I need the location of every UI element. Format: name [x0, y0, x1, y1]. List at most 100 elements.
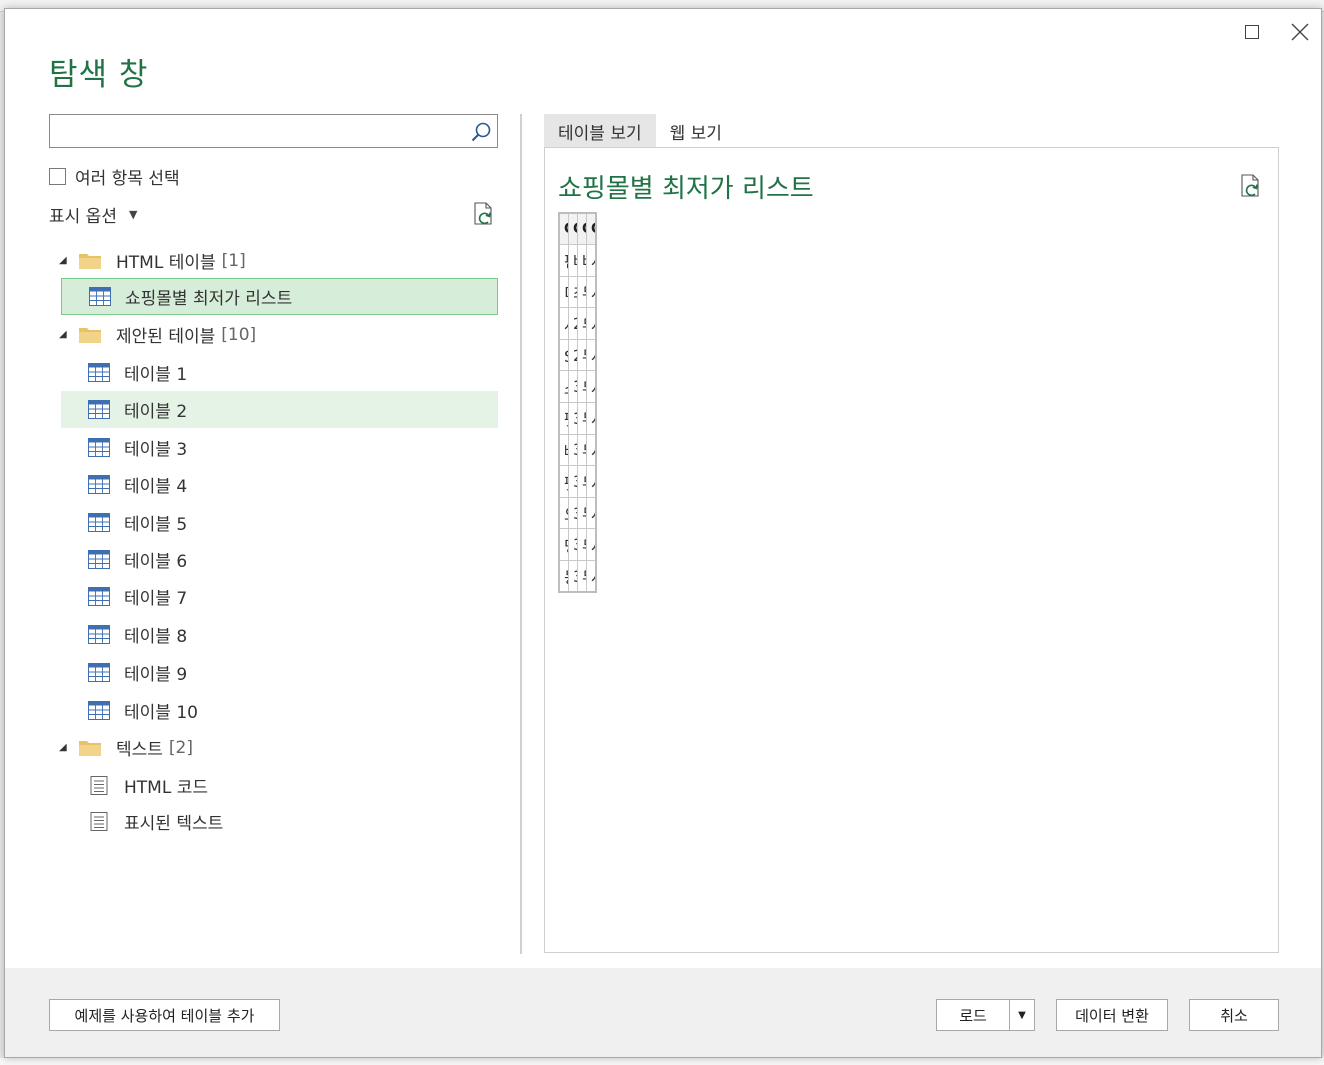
table-icon [88, 513, 110, 532]
table-row: 몽이와옹이네이버플러스멤버십36,000무료사러가기 [558, 560, 597, 593]
tab-table-view[interactable]: 테이블 보기 [544, 114, 656, 148]
table-row: 멍냥구멍가게네이버플러스멤버십36,000무료사러가기 [558, 528, 597, 562]
background-app-bottom [0, 1058, 1324, 1065]
table-icon [88, 400, 110, 419]
maximize-button[interactable] [1237, 19, 1267, 45]
table-cell: 펫박스네이버플러스멤버십... [558, 402, 569, 435]
expand-triangle-icon[interactable]: ◢ [59, 742, 69, 753]
table-cell: 배송비 포함가 [568, 244, 578, 277]
column-header[interactable]: Column1 [558, 212, 569, 246]
table-cell: 사러가기 [586, 560, 597, 593]
search-icon[interactable] [469, 120, 493, 144]
table-cell: 사러가기 [586, 402, 597, 435]
multi-select-option[interactable]: 여러 항목 선택 [49, 164, 180, 189]
table-row: 소울프렌드네이버플러스멤버십31,980무료사러가기 [558, 370, 597, 404]
tree-item-table[interactable]: 테이블 4 [49, 466, 499, 503]
table-cell: 사파리펫네이버플러스멤버십 [558, 307, 569, 340]
tree-item-text[interactable]: HTML 코드 [49, 767, 499, 804]
table-cell: 무료 [577, 402, 587, 435]
table-cell: 무료 [577, 465, 587, 498]
table-cell: 무료 [577, 433, 587, 467]
folder-icon [79, 741, 101, 756]
tree-item-label: 테이블 5 [124, 515, 188, 535]
maximize-icon [1245, 25, 1259, 39]
tree-folder-count: [1] [221, 250, 246, 271]
table-cell: SUJEROMAN네이버플러스멤버십 [558, 338, 569, 372]
tree-folder-label: HTML 테이블 [116, 253, 216, 273]
tree-item-label: 테이블 7 [124, 589, 188, 609]
tree-item-label: 쇼핑몰별 최저가 리스트 [125, 289, 293, 309]
tree-item-table[interactable]: 테이블 1 [49, 354, 499, 391]
cancel-button[interactable]: 취소 [1189, 999, 1279, 1031]
expand-triangle-icon[interactable]: ◢ [59, 329, 69, 340]
preview-title: 쇼핑몰별 최저가 리스트 [558, 174, 814, 204]
preview-refresh-icon[interactable] [1239, 173, 1263, 199]
table-icon [88, 625, 110, 644]
tree-item-table[interactable]: 테이블 5 [49, 504, 499, 541]
tree-folder[interactable]: ◢ 제안된 테이블 [10] [49, 316, 499, 353]
table-cell: 사러가기 [586, 465, 597, 498]
tree-item-label: 테이블 6 [124, 552, 188, 572]
table-icon [88, 663, 110, 682]
column-header[interactable]: Column3 [577, 212, 587, 246]
table-header-row: Column1 Column2 Column3 Column4 [558, 212, 597, 246]
table-cell: 33,910 [568, 496, 578, 530]
expand-triangle-icon[interactable]: ◢ [59, 255, 69, 266]
tree-item-label: 테이블 10 [124, 703, 198, 723]
tree-folder-label: 제안된 테이블 [116, 327, 216, 347]
tree-item-table[interactable]: 테이블 3 [49, 429, 499, 466]
table-cell: 배송비 [577, 244, 587, 277]
preview-table: Column1 Column2 Column3 Column4 판매처배송비 포… [558, 212, 597, 594]
tree-item-label: 테이블 9 [124, 665, 188, 685]
tree-item-table[interactable]: 테이블 8 [49, 616, 499, 653]
folder-icon [79, 254, 101, 269]
tree-folder[interactable]: ◢ HTML 테이블 [1] [49, 242, 499, 279]
tree-folder[interactable]: ◢ 텍스트 [2] [49, 729, 499, 766]
table-cell: 판매처 [558, 244, 569, 277]
search-input[interactable] [50, 115, 460, 147]
table-row: 판매처배송비 포함가배송비사러가기 [558, 244, 597, 277]
tree-item-label: 테이블 2 [124, 402, 188, 422]
multi-select-checkbox[interactable] [49, 168, 66, 185]
table-icon [88, 438, 110, 457]
tree-item-label: 테이블 8 [124, 627, 188, 647]
tree-folder-count: [10] [221, 324, 257, 345]
tree-folder-label: 텍스트 [116, 740, 163, 760]
table-cell: 무료 [577, 528, 587, 562]
display-options-dropdown[interactable]: 표시 옵션 ▼ [49, 202, 137, 227]
tree-item-text[interactable]: 표시된 텍스트 [49, 803, 499, 840]
table-cell: 소울프렌드네이버플러스멤버십 [558, 370, 569, 404]
column-header[interactable]: Column4 [586, 212, 597, 246]
table-cell: 무료 [577, 560, 587, 593]
pane-splitter[interactable] [520, 114, 522, 954]
caret-down-icon: ▼ [128, 208, 138, 221]
search-box[interactable] [49, 114, 498, 148]
close-button[interactable] [1285, 19, 1315, 45]
tab-web-view[interactable]: 웹 보기 [656, 114, 736, 148]
table-row: 빠른배송33,120무료사러가기 [558, 433, 597, 467]
table-cell: 36,000 [568, 560, 578, 593]
table-cell: 빠른배송 [558, 433, 569, 467]
table-cell: 33,120 [568, 433, 578, 467]
table-row: SUJEROMAN네이버플러스멤버십29,500무료사러가기 [558, 338, 597, 372]
column-header[interactable]: Column2 [568, 212, 578, 246]
table-cell: 29,500 [568, 338, 578, 372]
table-cell: 몽이와옹이네이버플러스멤버십 [558, 560, 569, 593]
tree-item-table[interactable]: 테이블 6 [49, 541, 499, 578]
table-row: 사파리펫네이버플러스멤버십27,850무료사러가기 [558, 307, 597, 340]
tree-item-table[interactable]: 테이블 7 [49, 578, 499, 615]
close-icon [1291, 23, 1309, 41]
refresh-icon[interactable] [472, 201, 496, 227]
tree-item-table[interactable]: 테이블 9 [49, 654, 499, 691]
display-options-label: 표시 옵션 [49, 207, 117, 227]
add-table-using-examples-button[interactable]: 예제를 사용하여 테이블 추가 [49, 999, 280, 1031]
tree-item-table[interactable]: 쇼핑몰별 최저가 리스트 [61, 278, 498, 315]
load-button[interactable]: 로드 [936, 999, 1010, 1031]
text-document-icon [90, 776, 108, 795]
tree-item-table[interactable]: 테이블 10 [49, 692, 499, 729]
load-dropdown-button[interactable]: ▼ [1009, 999, 1035, 1031]
table-cell: 사러가기 [586, 370, 597, 404]
tree-item-table[interactable]: 테이블 2 [61, 391, 498, 428]
text-document-icon [90, 812, 108, 831]
transform-data-button[interactable]: 데이터 변환 [1056, 999, 1168, 1031]
